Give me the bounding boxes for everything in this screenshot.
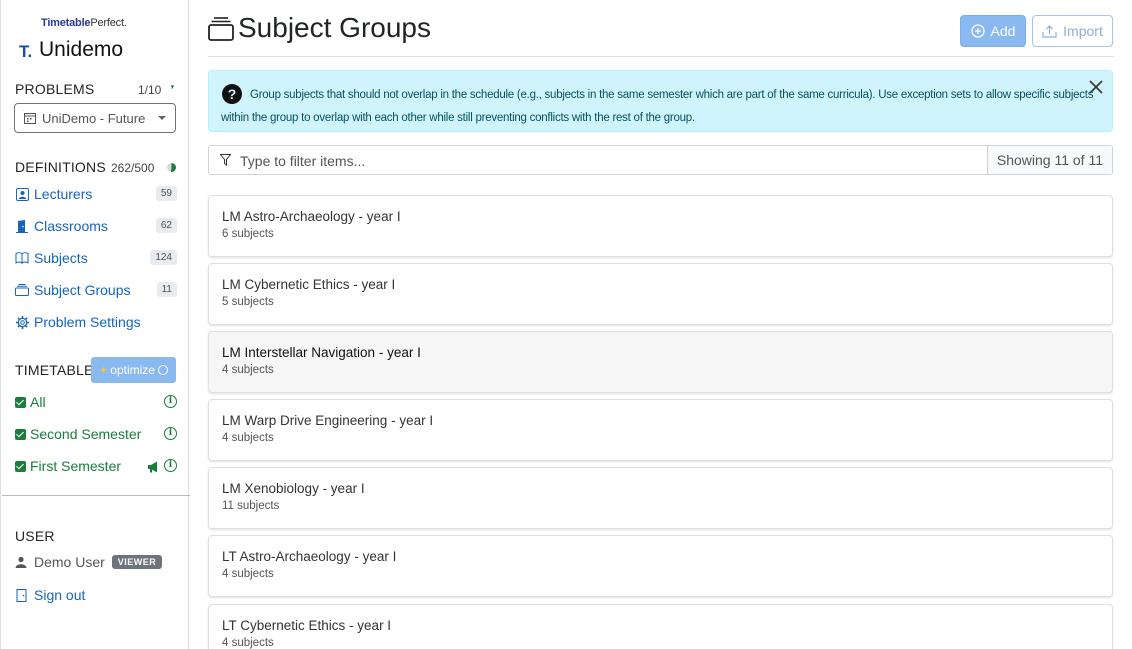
group-list-item[interactable]: LM Interstellar Navigation - year I 4 su… xyxy=(208,331,1113,393)
sign-out-link[interactable]: Sign out xyxy=(15,584,177,606)
add-button-label: Add xyxy=(990,23,1016,39)
gear-icon xyxy=(15,315,29,329)
page-title: Subject Groups xyxy=(238,12,431,43)
sidebar-item-subject-groups[interactable]: Subject Groups 11 xyxy=(15,279,177,301)
group-list-item[interactable]: LT Astro-Archaeology - year I 4 subjects xyxy=(208,535,1113,597)
group-subject-count: 4 subjects xyxy=(222,364,274,376)
group-subject-count: 11 subjects xyxy=(222,500,280,512)
count-badge: 11 xyxy=(156,282,177,297)
sidebar-item-label: Subjects xyxy=(34,250,88,266)
filter-bar: Showing 11 of 11 xyxy=(208,145,1113,175)
problem-select-value: UniDemo - Future xyxy=(42,110,146,126)
group-list-item[interactable]: LM Xenobiology - year I 11 subjects xyxy=(208,467,1113,529)
brand-wordmark: TimetablePerfect. xyxy=(41,17,127,29)
info-icon[interactable]: i xyxy=(164,459,177,472)
group-subject-count: 4 subjects xyxy=(222,432,274,444)
user-info: Demo User VIEWER xyxy=(15,554,163,570)
problems-usage-pie-icon xyxy=(167,85,176,94)
brand-logo-icon: T. xyxy=(19,42,33,61)
title-divider xyxy=(208,56,1114,57)
optimize-button[interactable]: ✦ optimize xyxy=(91,357,176,383)
group-subject-count: 6 subjects xyxy=(222,228,274,240)
door-icon xyxy=(15,219,29,233)
problems-heading: PROBLEMS xyxy=(15,81,95,97)
timetable-item-all[interactable]: All i xyxy=(15,392,177,412)
group-name: LT Astro-Archaeology - year I xyxy=(222,549,397,564)
folder-stack-icon xyxy=(208,17,234,41)
sign-out-label: Sign out xyxy=(34,587,86,603)
upload-icon xyxy=(1042,24,1057,38)
timetable-item-first-semester[interactable]: First Semester i xyxy=(15,456,177,476)
count-badge: 62 xyxy=(155,218,177,233)
sidebar-item-label: Subject Groups xyxy=(34,282,131,298)
user-heading: USER xyxy=(15,528,55,544)
calendar-check-icon xyxy=(15,396,26,408)
group-name: LM Cybernetic Ethics - year I xyxy=(222,277,396,292)
import-button-label: Import xyxy=(1063,23,1103,39)
calendar-check-icon xyxy=(15,428,26,440)
sidebar-item-subjects[interactable]: Subjects 124 xyxy=(15,247,177,269)
import-button[interactable]: Import xyxy=(1032,15,1113,47)
count-badge: 124 xyxy=(150,250,177,265)
info-icon[interactable]: i xyxy=(164,427,177,440)
timetable-label: All xyxy=(30,394,46,410)
definitions-usage-pie-icon xyxy=(167,163,176,172)
sidebar-item-problem-settings[interactable]: Problem Settings xyxy=(15,311,177,333)
sign-out-icon xyxy=(15,588,29,602)
clock-icon xyxy=(157,365,168,375)
sidebar-divider xyxy=(2,495,190,496)
group-name: LM Interstellar Navigation - year I xyxy=(222,345,421,360)
definitions-heading: DEFINITIONS xyxy=(15,159,106,175)
group-list-item[interactable]: LM Warp Drive Engineering - year I 4 sub… xyxy=(208,399,1113,461)
group-subject-count: 4 subjects xyxy=(222,568,274,580)
book-icon xyxy=(15,251,29,265)
close-icon[interactable] xyxy=(1089,80,1103,94)
sidebar-item-classrooms[interactable]: Classrooms 62 xyxy=(15,215,177,237)
plus-circle-icon xyxy=(970,24,985,38)
sparkle-icon: ✦ xyxy=(99,364,109,377)
info-icon[interactable]: i xyxy=(164,395,177,408)
calendar-icon xyxy=(24,113,36,124)
filter-count: Showing 11 of 11 xyxy=(986,146,1112,174)
group-name: LM Xenobiology - year I xyxy=(222,481,365,496)
filter-input[interactable] xyxy=(240,150,940,171)
group-subject-count: 4 subjects xyxy=(222,637,274,649)
alert-text: Group subjects that should not overlap i… xyxy=(221,89,1094,124)
timetables-heading: TIMETABLES xyxy=(15,362,104,378)
problems-count: 1/10 xyxy=(138,83,162,97)
group-name: LM Warp Drive Engineering - year I xyxy=(222,413,434,428)
count-badge: 59 xyxy=(155,186,177,201)
group-list-item[interactable]: LM Astro-Archaeology - year I 6 subjects xyxy=(208,195,1113,257)
sidebar-item-lecturers[interactable]: Lecturers 59 xyxy=(15,183,177,205)
sidebar-item-label: Problem Settings xyxy=(34,314,141,330)
group-name: LM Astro-Archaeology - year I xyxy=(222,209,401,224)
timetable-label: First Semester xyxy=(30,458,122,474)
sidebar-item-label: Lecturers xyxy=(34,186,93,202)
sidebar: TimetablePerfect. T. Unidemo PROBLEMS 1/… xyxy=(0,0,190,649)
filter-icon xyxy=(220,154,231,166)
definitions-count: 262/500 xyxy=(111,161,155,175)
group-subject-count: 5 subjects xyxy=(222,296,274,308)
timetable-item-second-semester[interactable]: Second Semester i xyxy=(15,424,177,444)
user-name: Demo User xyxy=(34,554,105,570)
timetable-label: Second Semester xyxy=(30,426,142,442)
organization-name: Unidemo xyxy=(39,38,124,61)
group-list-item[interactable]: LT Cybernetic Ethics - year I 4 subjects xyxy=(208,604,1113,649)
person-icon xyxy=(15,556,27,568)
folder-stack-icon xyxy=(15,283,29,297)
optimize-label: optimize xyxy=(110,363,155,377)
megaphone-icon[interactable] xyxy=(147,460,160,476)
sidebar-item-label: Classrooms xyxy=(34,218,108,234)
chevron-down-icon xyxy=(158,116,166,120)
group-list-item[interactable]: LM Cybernetic Ethics - year I 5 subjects xyxy=(208,263,1113,325)
calendar-check-icon xyxy=(15,460,26,472)
role-badge: VIEWER xyxy=(111,555,163,569)
add-button[interactable]: Add xyxy=(960,15,1026,47)
brand-wordmark-bold: Timetable xyxy=(41,17,91,29)
user-icon xyxy=(15,187,29,201)
info-alert: ? Group subjects that should not overlap… xyxy=(208,70,1113,132)
problem-select[interactable]: UniDemo - Future xyxy=(14,103,176,133)
brand-wordmark-light: Perfect. xyxy=(90,17,127,29)
group-name: LT Cybernetic Ethics - year I xyxy=(222,618,392,633)
